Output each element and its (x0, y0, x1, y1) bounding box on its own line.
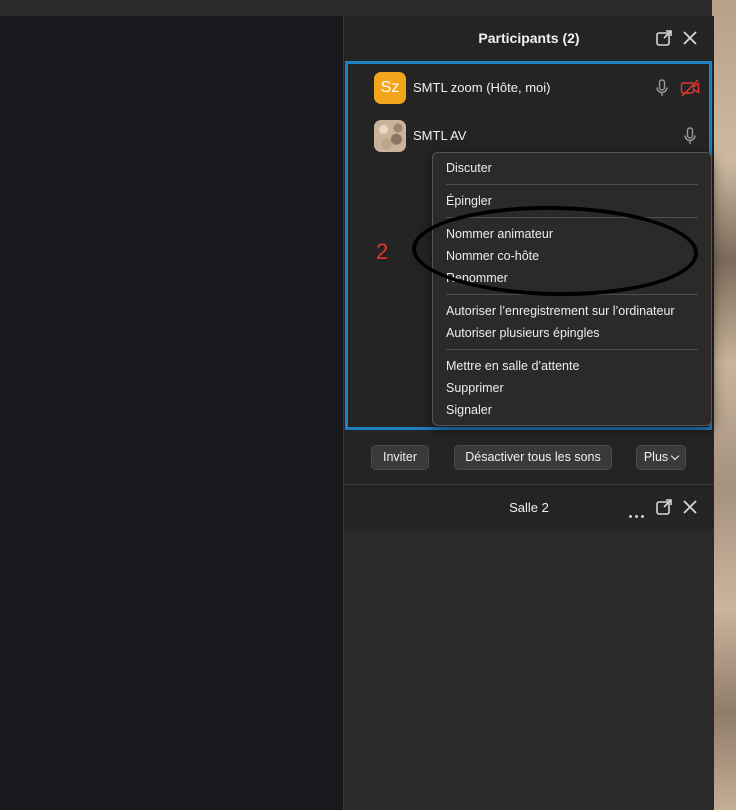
chevron-down-icon (670, 451, 680, 461)
participants-list: Sz SMTL zoom (Hôte, moi) SMTL AV 2 Discu… (345, 61, 712, 430)
more-button[interactable]: Plus (636, 445, 686, 470)
more-options-icon[interactable] (629, 505, 649, 518)
menu-item-remove[interactable]: Supprimer (446, 381, 504, 395)
participant-name: SMTL AV (413, 128, 467, 143)
pop-out-icon[interactable] (655, 29, 673, 47)
participant-name: SMTL zoom (Hôte, moi) (413, 80, 551, 95)
close-icon[interactable] (681, 498, 699, 516)
breakout-room-body (344, 529, 714, 810)
video-off-icon[interactable] (680, 78, 700, 98)
menu-item-allow-multipin[interactable]: Autoriser plusieurs épingles (446, 326, 600, 340)
desktop-background (712, 0, 736, 810)
more-button-label: Plus (643, 450, 669, 464)
avatar (374, 120, 406, 152)
pop-out-icon[interactable] (655, 498, 673, 516)
menu-divider (446, 184, 698, 185)
annotation-number: 2 (376, 239, 389, 264)
menu-item-chat[interactable]: Discuter (446, 161, 492, 175)
microphone-icon[interactable] (652, 78, 672, 98)
window-top-bar (0, 0, 736, 16)
video-area (0, 16, 343, 810)
microphone-icon[interactable] (680, 126, 700, 146)
menu-divider (446, 349, 698, 350)
menu-item-allow-local-recording[interactable]: Autoriser l’enregistrement sur l’ordinat… (446, 304, 675, 318)
invite-button[interactable]: Inviter (371, 445, 429, 470)
menu-item-waiting-room[interactable]: Mettre en salle d’attente (446, 359, 579, 373)
breakout-room-header: Salle 2 (344, 485, 714, 529)
menu-item-pin[interactable]: Épingler (446, 194, 492, 208)
mute-all-button[interactable]: Désactiver tous les sons (454, 445, 612, 470)
avatar: Sz (374, 72, 406, 104)
participant-row[interactable]: Sz SMTL zoom (Hôte, moi) (374, 72, 704, 106)
participant-row[interactable]: SMTL AV (374, 120, 704, 154)
menu-item-report[interactable]: Signaler (446, 403, 492, 417)
participants-header: Participants (2) (344, 16, 714, 60)
close-icon[interactable] (681, 29, 699, 47)
participants-panel: Participants (2) Sz SMTL zoom (Hôte, moi… (343, 16, 714, 810)
